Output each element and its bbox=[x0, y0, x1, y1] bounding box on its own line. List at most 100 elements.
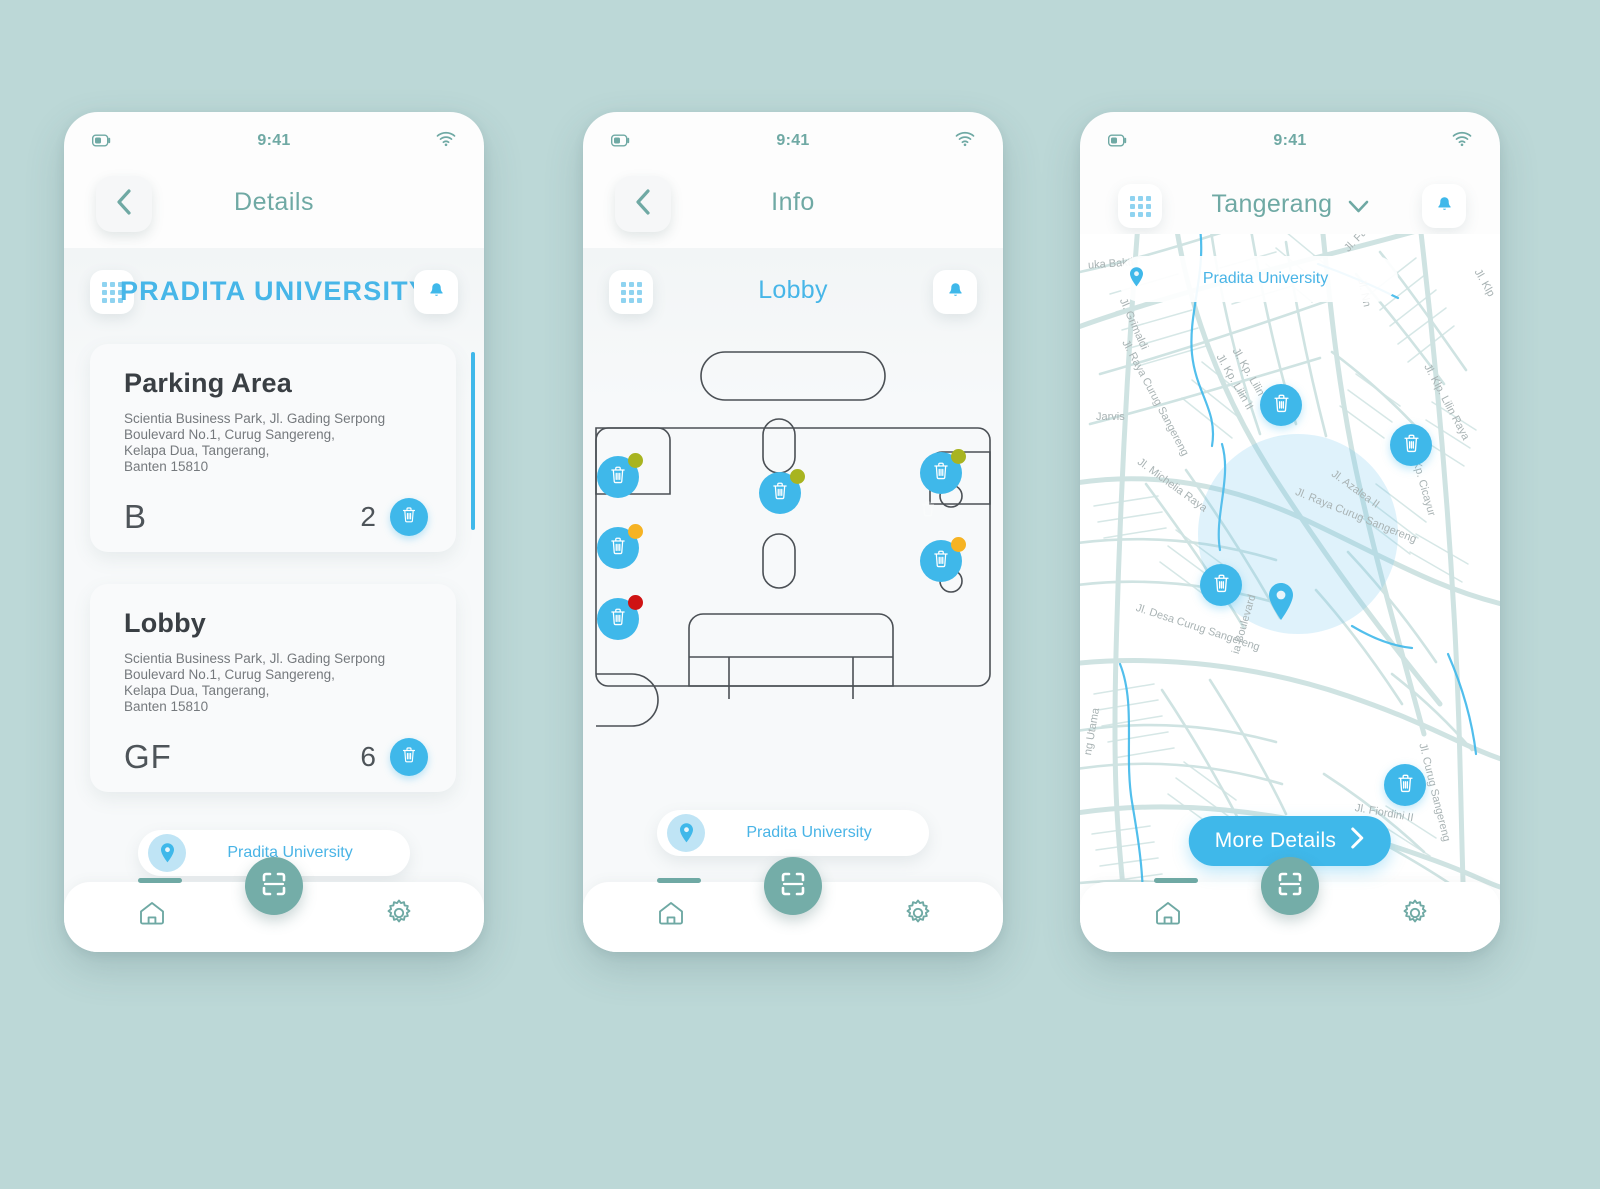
address-line: Boulevard No.1, Curug Sangereng, bbox=[124, 666, 335, 682]
phone-mockup-details: 9:41 Details PRADITA UNIVERSITY Parking … bbox=[64, 112, 484, 952]
status-badge bbox=[628, 524, 643, 539]
home-icon bbox=[1154, 902, 1182, 930]
home-icon bbox=[138, 902, 166, 930]
sub-header: PRADITA UNIVERSITY bbox=[64, 248, 484, 344]
chevron-down-icon bbox=[1348, 191, 1369, 220]
home-tab-button[interactable] bbox=[657, 900, 685, 930]
map-pin-icon bbox=[148, 834, 186, 872]
bin-marker[interactable] bbox=[597, 453, 643, 498]
status-bar: 9:41 bbox=[64, 112, 484, 170]
bin-marker[interactable] bbox=[759, 469, 805, 514]
location-pill[interactable]: Pradita University bbox=[657, 810, 929, 856]
bell-icon bbox=[948, 282, 963, 303]
trash-icon bbox=[609, 536, 627, 560]
active-tab-indicator bbox=[138, 878, 182, 883]
home-tab-button[interactable] bbox=[1154, 900, 1182, 930]
map-pin-icon bbox=[667, 814, 705, 852]
scrollbar[interactable] bbox=[471, 352, 475, 530]
trash-icon bbox=[609, 465, 627, 489]
status-badge bbox=[790, 469, 805, 484]
bin-map-marker[interactable] bbox=[1260, 384, 1302, 426]
settings-tab-button[interactable] bbox=[384, 898, 414, 932]
nav-bar: Info bbox=[583, 170, 1003, 248]
address-line: Boulevard No.1, Curug Sangereng, bbox=[124, 426, 335, 442]
location-pill[interactable]: Pradita University bbox=[1118, 256, 1398, 302]
bin-count: 6 bbox=[360, 741, 376, 772]
content-panel: Lobby Pradita University bbox=[583, 248, 1003, 952]
wifi-icon bbox=[1452, 131, 1472, 151]
nav-bar: Details bbox=[64, 170, 484, 248]
status-badge bbox=[628, 453, 643, 468]
list-item[interactable]: Parking Area Scientia Business Park, Jl.… bbox=[90, 344, 456, 552]
bin-marker[interactable] bbox=[920, 449, 966, 494]
card-title: Lobby bbox=[124, 608, 206, 638]
trash-icon bbox=[771, 481, 789, 505]
address-line: Kelapa Dua, Tangerang, bbox=[124, 682, 270, 698]
trash-icon bbox=[1272, 393, 1291, 418]
active-tab-indicator bbox=[1154, 878, 1198, 883]
scan-fab-button[interactable] bbox=[764, 857, 822, 915]
bin-marker[interactable] bbox=[920, 537, 966, 582]
page-title: Details bbox=[234, 188, 314, 216]
floor-code: B bbox=[124, 498, 148, 535]
scan-fab-button[interactable] bbox=[245, 857, 303, 915]
phone-mockup-info: 9:41 Info Lobby Pradita University bbox=[583, 112, 1003, 952]
card-footer-right: 6 bbox=[360, 738, 428, 776]
list-item[interactable]: Lobby Scientia Business Park, Jl. Gading… bbox=[90, 584, 456, 792]
notification-button[interactable] bbox=[933, 270, 977, 314]
gear-icon bbox=[903, 899, 933, 932]
battery-icon bbox=[610, 132, 631, 151]
status-badge bbox=[951, 449, 966, 464]
card-footer: GF 6 bbox=[124, 738, 428, 776]
trash-button[interactable] bbox=[390, 738, 428, 776]
phone-mockup-map: 9:41 Tangerang uka Bakti Jl. Grimaldi Jl… bbox=[1080, 112, 1500, 952]
bin-marker[interactable] bbox=[597, 524, 643, 569]
trash-icon bbox=[401, 506, 417, 528]
status-bar: 9:41 bbox=[583, 112, 1003, 170]
city-name: Tangerang bbox=[1211, 190, 1333, 218]
bin-map-marker[interactable] bbox=[1384, 764, 1426, 806]
bell-icon bbox=[1437, 196, 1452, 217]
screenshot-canvas: 9:41 Details PRADITA UNIVERSITY Parking … bbox=[0, 0, 1600, 1189]
trash-icon bbox=[401, 746, 417, 768]
bin-marker[interactable] bbox=[597, 595, 643, 640]
wifi-icon bbox=[955, 131, 975, 151]
sub-header: Lobby bbox=[583, 248, 1003, 344]
gear-icon bbox=[1400, 899, 1430, 932]
trash-icon bbox=[1396, 773, 1415, 798]
trash-icon bbox=[1212, 573, 1231, 598]
address-line: Kelapa Dua, Tangerang, bbox=[124, 442, 270, 458]
home-tab-button[interactable] bbox=[138, 900, 166, 930]
floor-code: GF bbox=[124, 738, 172, 775]
selected-location-pin[interactable] bbox=[1266, 582, 1296, 626]
status-bar: 9:41 bbox=[1080, 112, 1500, 170]
trash-icon bbox=[932, 549, 950, 573]
settings-tab-button[interactable] bbox=[1400, 898, 1430, 932]
address-line: Banten 15810 bbox=[124, 458, 209, 474]
battery-icon bbox=[91, 132, 112, 151]
home-icon bbox=[657, 902, 685, 930]
address-line: Banten 15810 bbox=[124, 698, 209, 714]
bin-map-marker[interactable] bbox=[1390, 424, 1432, 466]
card-address: Scientia Business Park, Jl. Gading Serpo… bbox=[124, 411, 422, 475]
bin-count: 2 bbox=[360, 501, 376, 532]
status-time: 9:41 bbox=[257, 132, 291, 149]
trash-icon bbox=[932, 461, 950, 485]
map-pin-icon bbox=[1128, 266, 1145, 292]
trash-button[interactable] bbox=[390, 498, 428, 536]
bin-map-marker[interactable] bbox=[1200, 564, 1242, 606]
settings-tab-button[interactable] bbox=[903, 898, 933, 932]
bin-marker-ghost[interactable] bbox=[907, 490, 949, 532]
address-line: Scientia Business Park, Jl. Gading Serpo… bbox=[124, 411, 386, 426]
status-badge bbox=[628, 595, 643, 610]
status-time: 9:41 bbox=[776, 132, 810, 149]
notification-button[interactable] bbox=[414, 270, 458, 314]
more-details-label: More Details bbox=[1214, 829, 1337, 852]
gear-icon bbox=[384, 899, 414, 932]
notification-button[interactable] bbox=[1422, 184, 1466, 228]
map-canvas[interactable]: uka Bakti Jl. Grimaldi Jl. Raya Curug Sa… bbox=[1080, 234, 1500, 952]
location-pill-label: Pradita University bbox=[1202, 270, 1329, 287]
scan-frame-icon bbox=[780, 871, 806, 901]
card-address: Scientia Business Park, Jl. Gading Serpo… bbox=[124, 651, 422, 715]
scan-fab-button[interactable] bbox=[1261, 857, 1319, 915]
